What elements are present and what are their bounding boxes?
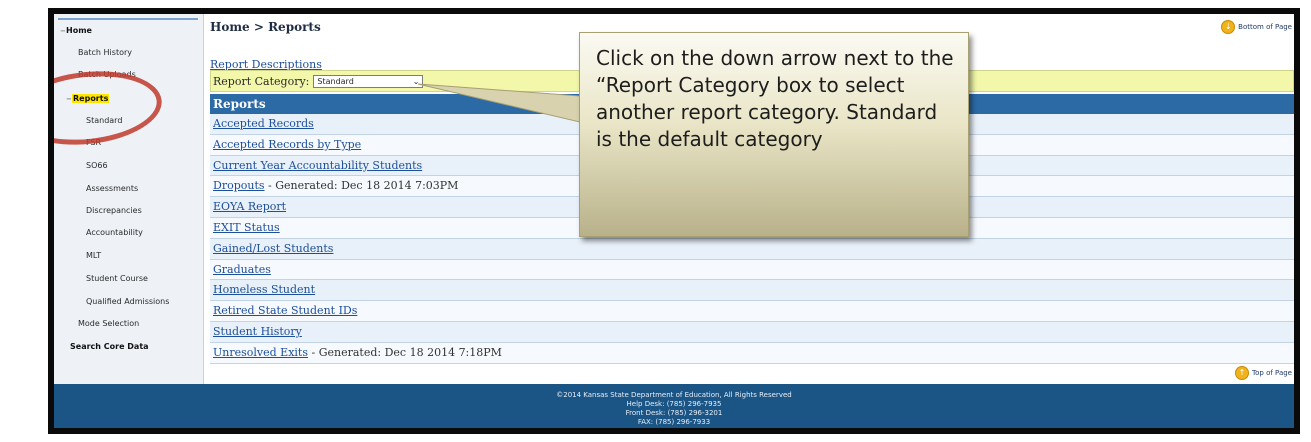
sidebar-item-home[interactable]: −Home bbox=[60, 26, 92, 35]
sidebar-item-student-course[interactable]: Student Course bbox=[86, 274, 148, 283]
sidebar-item-discrepancies[interactable]: Discrepancies bbox=[86, 206, 142, 215]
breadcrumb: Home > Reports bbox=[210, 20, 321, 34]
sidebar-item-label: Search Core Data bbox=[70, 342, 149, 351]
sidebar-item-label: Qualified Admissions bbox=[86, 297, 170, 306]
top-of-page-label[interactable]: Top of Page bbox=[1252, 369, 1292, 377]
report-link[interactable]: EXIT Status bbox=[213, 221, 280, 234]
report-link[interactable]: Accepted Records by Type bbox=[213, 138, 361, 151]
sidebar-item-accountability[interactable]: Accountability bbox=[86, 228, 143, 237]
report-category-label: Report Category: bbox=[213, 74, 310, 88]
sidebar-item-assessments[interactable]: Assessments bbox=[86, 184, 138, 193]
sidebar-item-label: Student Course bbox=[86, 274, 148, 283]
sidebar-item-so66[interactable]: SO66 bbox=[86, 161, 108, 170]
report-category-select[interactable]: Standard ⌄ bbox=[313, 74, 424, 88]
bottom-of-page-link[interactable]: ↓ Bottom of Page bbox=[1221, 20, 1292, 34]
bottom-of-page-label[interactable]: Bottom of Page bbox=[1238, 23, 1292, 31]
sidebar-item-label: Accountability bbox=[86, 228, 143, 237]
report-link[interactable]: EOYA Report bbox=[213, 200, 286, 213]
sidebar-nav: −Home Batch History Batch Uploads −Repor… bbox=[54, 14, 204, 384]
footer-help-desk: Help Desk: (785) 296-7935 bbox=[626, 400, 722, 408]
top-of-page-link[interactable]: ↑ Top of Page bbox=[1235, 366, 1292, 380]
report-category-value: Standard bbox=[317, 76, 354, 86]
annotation-circle bbox=[54, 64, 166, 152]
sidebar-item-label: MLT bbox=[86, 251, 102, 260]
footer: ©2014 Kansas State Department of Educati… bbox=[54, 384, 1294, 428]
sidebar-top-rule bbox=[58, 18, 198, 20]
table-row: Gained/Lost Students bbox=[210, 238, 1294, 260]
sidebar-item-qualified-admissions[interactable]: Qualified Admissions bbox=[86, 297, 169, 306]
sidebar-item-label: SO66 bbox=[86, 161, 108, 170]
sidebar-item-label: Batch History bbox=[78, 48, 132, 57]
sidebar-item-label: Discrepancies bbox=[86, 206, 142, 215]
instruction-callout: Click on the down arrow next to the “Rep… bbox=[579, 32, 969, 237]
sidebar-item-label: Home bbox=[66, 26, 92, 35]
report-link[interactable]: Retired State Student IDs bbox=[213, 304, 357, 317]
report-link[interactable]: Accepted Records bbox=[213, 117, 314, 130]
sidebar-item-batch-history[interactable]: Batch History bbox=[78, 48, 132, 57]
table-row: Unresolved Exits - Generated: Dec 18 201… bbox=[210, 342, 1294, 364]
sidebar-item-label: Mode Selection bbox=[78, 319, 140, 328]
report-note: - Generated: Dec 18 2014 7:18PM bbox=[308, 345, 502, 359]
table-row: Graduates bbox=[210, 259, 1294, 281]
callout-text: Click on the down arrow next to the “Rep… bbox=[596, 46, 954, 151]
sidebar-item-mlt[interactable]: MLT bbox=[86, 251, 101, 260]
report-link[interactable]: Current Year Accountability Students bbox=[213, 159, 422, 172]
table-row: Homeless Student bbox=[210, 280, 1294, 302]
sidebar-item-label: Assessments bbox=[86, 184, 139, 193]
report-link[interactable]: Gained/Lost Students bbox=[213, 242, 333, 255]
report-link[interactable]: Dropouts bbox=[213, 179, 265, 192]
footer-front-desk: Front Desk: (785) 296-3201 bbox=[625, 409, 723, 417]
report-note: - Generated: Dec 18 2014 7:03PM bbox=[264, 179, 459, 193]
report-link[interactable]: Homeless Student bbox=[213, 283, 315, 296]
report-link[interactable]: Unresolved Exits bbox=[213, 346, 308, 359]
chevron-down-icon[interactable]: ⌄ bbox=[413, 76, 420, 88]
report-link[interactable]: Student History bbox=[213, 325, 302, 338]
footer-copyright: ©2014 Kansas State Department of Educati… bbox=[556, 391, 792, 399]
arrow-down-circle-icon[interactable]: ↓ bbox=[1221, 20, 1236, 34]
report-link[interactable]: Graduates bbox=[213, 263, 271, 276]
table-row: Retired State Student IDs bbox=[210, 301, 1294, 322]
table-row: Student History bbox=[210, 321, 1294, 343]
sidebar-item-search-core-data[interactable]: Search Core Data bbox=[70, 342, 149, 351]
sidebar-item-mode-selection[interactable]: Mode Selection bbox=[78, 319, 139, 328]
arrow-up-circle-icon[interactable]: ↑ bbox=[1235, 366, 1250, 380]
footer-fax: FAX: (785) 296-7933 bbox=[637, 418, 711, 426]
